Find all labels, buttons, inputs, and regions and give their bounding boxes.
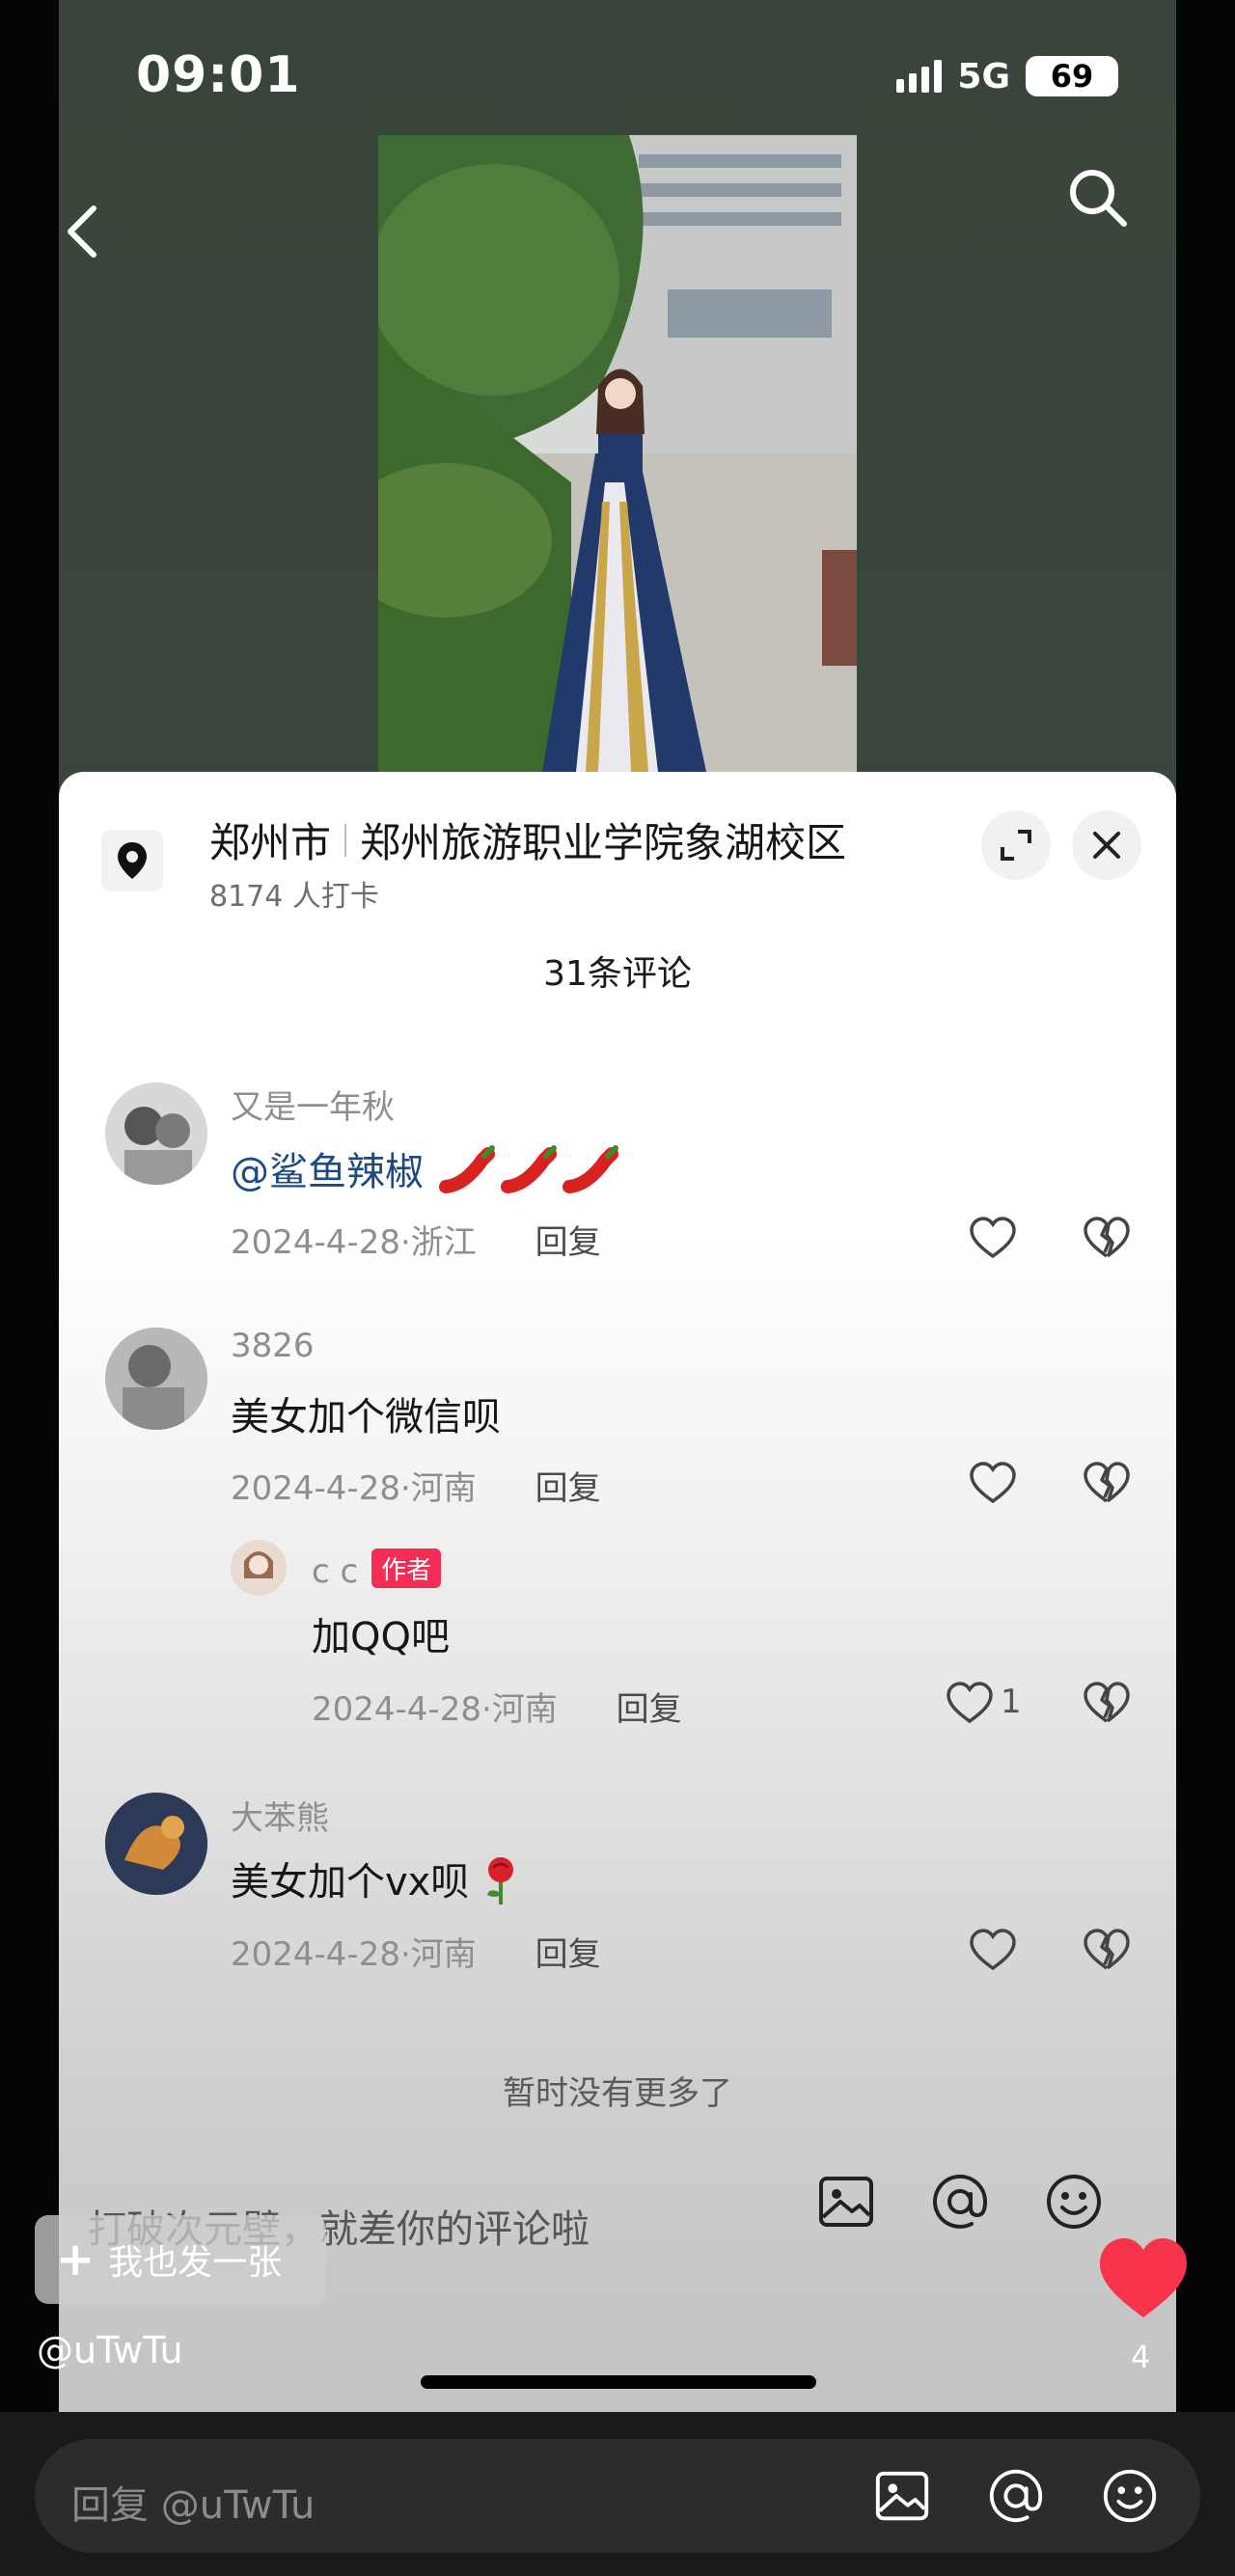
reply-button[interactable]: 回复 (535, 1935, 601, 1974)
image-icon[interactable] (872, 2466, 932, 2526)
comment-date: 2024-4-28 (231, 1223, 400, 1262)
broken-heart-icon[interactable] (1082, 1459, 1132, 1509)
checkin-count: 8174 人打卡 (209, 880, 379, 914)
comment-meta: 2024-4-28·浙江 回复 (231, 1223, 601, 1262)
title-separator (344, 823, 347, 857)
reply-input[interactable]: 回复 @uTwTu (71, 2474, 315, 2530)
heart-outline-icon[interactable] (968, 1214, 1018, 1264)
photo-illustration (378, 135, 857, 772)
expand-icon (1001, 830, 1031, 861)
mention-link[interactable]: @鲨鱼辣椒 (231, 1150, 424, 1194)
chevron-left-icon (68, 206, 96, 258)
heart-outline-icon[interactable] (968, 1459, 1018, 1509)
comment-date: 2024-4-28 (231, 1935, 400, 1974)
reply-button[interactable]: 回复 (535, 1469, 601, 1508)
heart-outline-icon[interactable] (968, 1926, 1018, 1976)
comment-meta: 2024-4-28·河南 回复 (312, 1690, 682, 1729)
home-indicator (421, 2375, 816, 2389)
at-icon[interactable] (986, 2466, 1046, 2526)
author-badge: 作者 (371, 1548, 442, 1588)
back-button[interactable] (59, 193, 111, 270)
avatar[interactable] (105, 1793, 207, 1895)
comment-text: 美女加个微信呗 (231, 1395, 501, 1439)
comment-sheet: 郑州市 郑州旅游职业学院象湖校区 8174 人打卡 31条评论 又是一年秋 @鲨… (59, 772, 1176, 2412)
broken-heart-icon[interactable] (1082, 1926, 1132, 1976)
reply-button[interactable]: 回复 (617, 1690, 682, 1729)
expand-button[interactable] (981, 810, 1051, 880)
comment-date: 2024-4-28 (231, 1469, 400, 1508)
close-button[interactable] (1072, 810, 1141, 880)
comment-text: 美女加个vx呗 (231, 1850, 520, 1906)
network-type: 5G (957, 56, 1010, 96)
location-city: 郑州市 (209, 819, 332, 866)
like-count: 4 (1131, 2339, 1151, 2375)
comment-meta: 2024-4-28·河南 回复 (231, 1935, 601, 1974)
comment-username[interactable]: 3826 (231, 1327, 315, 1365)
image-icon[interactable] (815, 2171, 877, 2233)
heart-filled-icon[interactable] (1098, 2236, 1189, 2319)
comment-username[interactable]: 大苯熊 (231, 1792, 329, 1839)
search-icon[interactable] (1064, 164, 1132, 232)
broken-heart-icon[interactable] (1082, 1214, 1132, 1264)
at-icon[interactable] (929, 2171, 991, 2233)
right-black-border (1176, 0, 1235, 2576)
heart-outline-icon[interactable] (945, 1679, 995, 1729)
rose-emoji (487, 1857, 514, 1905)
emoji-icon[interactable] (1043, 2171, 1105, 2233)
plus-icon: + (56, 2233, 96, 2287)
status-bar-right: 5G 69 (896, 56, 1118, 96)
post-photo[interactable] (378, 135, 857, 772)
left-black-border (0, 0, 59, 2576)
chili-emoji (436, 1145, 619, 1194)
comment-region: 浙江 (410, 1223, 477, 1262)
battery-icon: 69 (1026, 56, 1118, 96)
phone-screen: 09:01 5G 69 郑州市 郑州旅游职业学院象湖校区 8174 人打卡 31… (59, 0, 1176, 2412)
post-too-button[interactable]: + 我也发一张 (35, 2215, 326, 2304)
location-place: 郑州旅游职业学院象湖校区 (360, 819, 847, 866)
comment-username[interactable]: c c 作者 (312, 1548, 442, 1591)
comment-date: 2024-4-28 (312, 1690, 481, 1729)
broken-heart-icon[interactable] (1082, 1679, 1132, 1729)
comment-username[interactable]: 又是一年秋 (231, 1081, 395, 1128)
status-time: 09:01 (136, 46, 301, 104)
comment-text: @鲨鱼辣椒 (231, 1140, 619, 1196)
emoji-icon[interactable] (1100, 2466, 1160, 2526)
post-button-label: 我也发一张 (108, 2243, 283, 2283)
avatar[interactable] (105, 1082, 207, 1185)
comment-count-title: 31条评论 (543, 954, 692, 994)
reply-button[interactable]: 回复 (535, 1223, 601, 1262)
signal-icon (896, 60, 943, 93)
no-more-text: 暂时没有更多了 (503, 2074, 732, 2113)
like-count: 1 (1001, 1683, 1022, 1721)
comment-region: 河南 (410, 1469, 477, 1508)
comment-region: 河南 (491, 1690, 558, 1729)
close-icon (1093, 832, 1120, 859)
location-title[interactable]: 郑州市 郑州旅游职业学院象湖校区 (209, 810, 846, 869)
location-pin-icon (101, 830, 163, 891)
comment-text: 加QQ吧 (312, 1615, 450, 1659)
avatar[interactable] (231, 1540, 287, 1596)
avatar[interactable] (105, 1328, 207, 1430)
uploader-handle[interactable]: @uTwTu (37, 2329, 183, 2371)
comment-region: 河南 (410, 1935, 477, 1974)
comment-meta: 2024-4-28·河南 回复 (231, 1469, 601, 1508)
